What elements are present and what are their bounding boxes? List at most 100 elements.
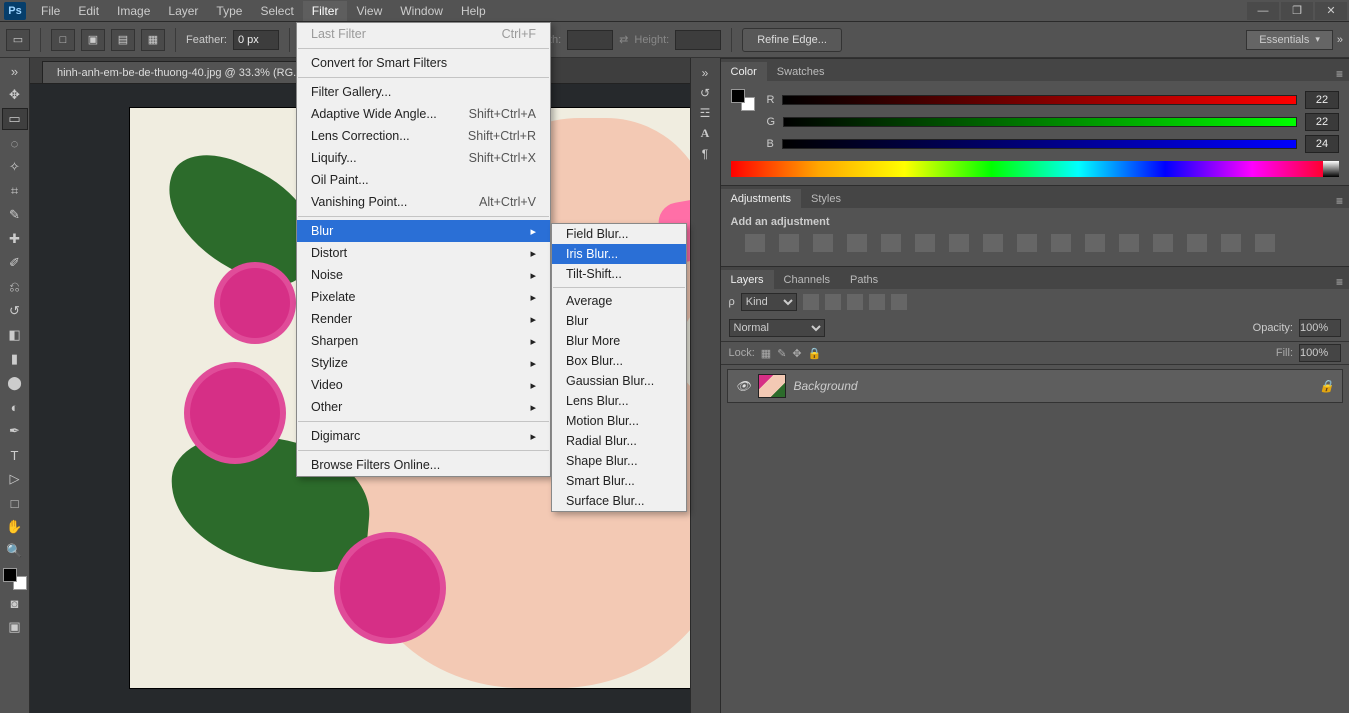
selective-color-icon[interactable]	[1255, 234, 1275, 252]
menu-window[interactable]: Window	[391, 1, 452, 21]
lock-transparency-icon[interactable]: ▦	[761, 347, 771, 360]
menu-item-noise[interactable]: Noise	[297, 264, 550, 286]
history-brush-tool[interactable]: ↺	[2, 300, 28, 322]
menu-item-blur[interactable]: Blur	[297, 220, 550, 242]
clone-stamp-tool[interactable]: ⎌	[2, 276, 28, 298]
gradient-map-icon[interactable]	[1221, 234, 1241, 252]
close-button[interactable]: ✕	[1315, 2, 1347, 20]
eyedropper-tool[interactable]: ✎	[2, 204, 28, 226]
menu-item-adaptive-wide-angle[interactable]: Adaptive Wide Angle...Shift+Ctrl+A	[297, 103, 550, 125]
menu-file[interactable]: File	[32, 1, 69, 21]
tab-layers[interactable]: Layers	[721, 270, 774, 289]
panel-menu-icon[interactable]: ≡	[1330, 194, 1349, 208]
crop-tool[interactable]: ⌗	[2, 180, 28, 202]
menu-item-render[interactable]: Render	[297, 308, 550, 330]
menu-image[interactable]: Image	[108, 1, 159, 21]
menu-item-video[interactable]: Video	[297, 374, 550, 396]
b-value-input[interactable]	[1305, 135, 1339, 153]
menu-item-browse-filters-online[interactable]: Browse Filters Online...	[297, 454, 550, 476]
submenu-item-blur[interactable]: Blur	[552, 311, 686, 331]
menu-item-liquify[interactable]: Liquify...Shift+Ctrl+X	[297, 147, 550, 169]
invert-icon[interactable]	[1119, 234, 1139, 252]
menu-item-stylize[interactable]: Stylize	[297, 352, 550, 374]
filter-shape-icon[interactable]	[869, 294, 885, 310]
menu-item-oil-paint[interactable]: Oil Paint...	[297, 169, 550, 191]
channel-mixer-icon[interactable]	[1051, 234, 1071, 252]
healing-brush-tool[interactable]: ✚	[2, 228, 28, 250]
curves-icon[interactable]	[813, 234, 833, 252]
fill-input[interactable]	[1299, 344, 1341, 362]
paragraph-panel-icon[interactable]: ¶	[702, 147, 708, 161]
submenu-item-shape-blur[interactable]: Shape Blur...	[552, 451, 686, 471]
menu-item-sharpen[interactable]: Sharpen	[297, 330, 550, 352]
document-tab[interactable]: hinh-anh-em-be-de-thuong-40.jpg @ 33.3% …	[42, 61, 317, 83]
lock-position-icon[interactable]: ✥	[792, 347, 801, 360]
panel-fgbg-swatch[interactable]	[731, 89, 755, 111]
minimize-button[interactable]: —	[1247, 2, 1279, 20]
submenu-item-lens-blur[interactable]: Lens Blur...	[552, 391, 686, 411]
new-selection-icon[interactable]: □	[51, 29, 75, 51]
tab-swatches[interactable]: Swatches	[767, 62, 835, 81]
hue-sat-icon[interactable]	[915, 234, 935, 252]
tab-paths[interactable]: Paths	[840, 270, 888, 289]
opacity-input[interactable]	[1299, 319, 1341, 337]
menu-view[interactable]: View	[347, 1, 391, 21]
color-balance-icon[interactable]	[949, 234, 969, 252]
b-slider[interactable]	[782, 139, 1297, 149]
g-value-input[interactable]	[1305, 113, 1339, 131]
menu-type[interactable]: Type	[207, 1, 251, 21]
submenu-item-surface-blur[interactable]: Surface Blur...	[552, 491, 686, 511]
tab-styles[interactable]: Styles	[801, 189, 851, 208]
refine-edge-button[interactable]: Refine Edge...	[742, 28, 842, 52]
submenu-item-box-blur[interactable]: Box Blur...	[552, 351, 686, 371]
lock-all-icon[interactable]: 🔒	[808, 347, 822, 360]
menu-layer[interactable]: Layer	[159, 1, 207, 21]
layer-row[interactable]: 👁 Background 🔒	[727, 369, 1344, 403]
eraser-tool[interactable]: ◧	[2, 324, 28, 346]
menu-item-pixelate[interactable]: Pixelate	[297, 286, 550, 308]
submenu-item-tilt-shift[interactable]: Tilt-Shift...	[552, 264, 686, 284]
menu-item-convert-for-smart-filters[interactable]: Convert for Smart Filters	[297, 52, 550, 74]
vibrance-icon[interactable]	[881, 234, 901, 252]
menu-item-vanishing-point[interactable]: Vanishing Point...Alt+Ctrl+V	[297, 191, 550, 213]
move-tool[interactable]: ✥	[2, 84, 28, 106]
blur-tool[interactable]: ⬤	[2, 372, 28, 394]
g-slider[interactable]	[783, 117, 1297, 127]
foreground-background-swatch[interactable]	[3, 568, 27, 590]
brush-tool[interactable]: ✐	[2, 252, 28, 274]
r-value-input[interactable]	[1305, 91, 1339, 109]
r-slider[interactable]	[782, 95, 1297, 105]
posterize-icon[interactable]	[1153, 234, 1173, 252]
properties-panel-icon[interactable]: ☲	[700, 106, 711, 120]
panel-menu-icon[interactable]: ≡	[1330, 275, 1349, 289]
collapse-icon[interactable]: »	[2, 60, 28, 82]
filter-type-icon[interactable]	[847, 294, 863, 310]
filter-adjust-icon[interactable]	[825, 294, 841, 310]
exposure-icon[interactable]	[847, 234, 867, 252]
submenu-item-radial-blur[interactable]: Radial Blur...	[552, 431, 686, 451]
quick-mask-icon[interactable]: ◙	[2, 592, 28, 614]
dodge-tool[interactable]: ◐	[2, 396, 28, 418]
panel-menu-icon[interactable]: ≡	[1330, 67, 1349, 81]
add-selection-icon[interactable]: ▣	[81, 29, 105, 51]
menu-item-distort[interactable]: Distort	[297, 242, 550, 264]
menu-item-other[interactable]: Other	[297, 396, 550, 418]
type-tool[interactable]: T	[2, 444, 28, 466]
lock-image-icon[interactable]: ✎	[777, 347, 786, 360]
tool-preset-icon[interactable]: ▭	[6, 29, 30, 51]
bw-icon[interactable]	[983, 234, 1003, 252]
menu-filter[interactable]: Filter	[303, 1, 348, 21]
filter-pixels-icon[interactable]	[803, 294, 819, 310]
collapse-panel-icon[interactable]: »	[702, 66, 709, 80]
submenu-item-smart-blur[interactable]: Smart Blur...	[552, 471, 686, 491]
workspace-switcher[interactable]: Essentials ▾	[1246, 30, 1333, 50]
photo-filter-icon[interactable]	[1017, 234, 1037, 252]
marquee-tool[interactable]: ▭	[2, 108, 28, 130]
lasso-tool[interactable]: ◌	[2, 132, 28, 154]
filter-kind-select[interactable]: Kind	[741, 293, 797, 311]
path-selection-tool[interactable]: ▷	[2, 468, 28, 490]
screen-mode-icon[interactable]: ▣	[2, 616, 28, 638]
submenu-item-iris-blur[interactable]: Iris Blur...	[552, 244, 686, 264]
menu-item-lens-correction[interactable]: Lens Correction...Shift+Ctrl+R	[297, 125, 550, 147]
swap-icon[interactable]: ⇄	[619, 33, 628, 46]
